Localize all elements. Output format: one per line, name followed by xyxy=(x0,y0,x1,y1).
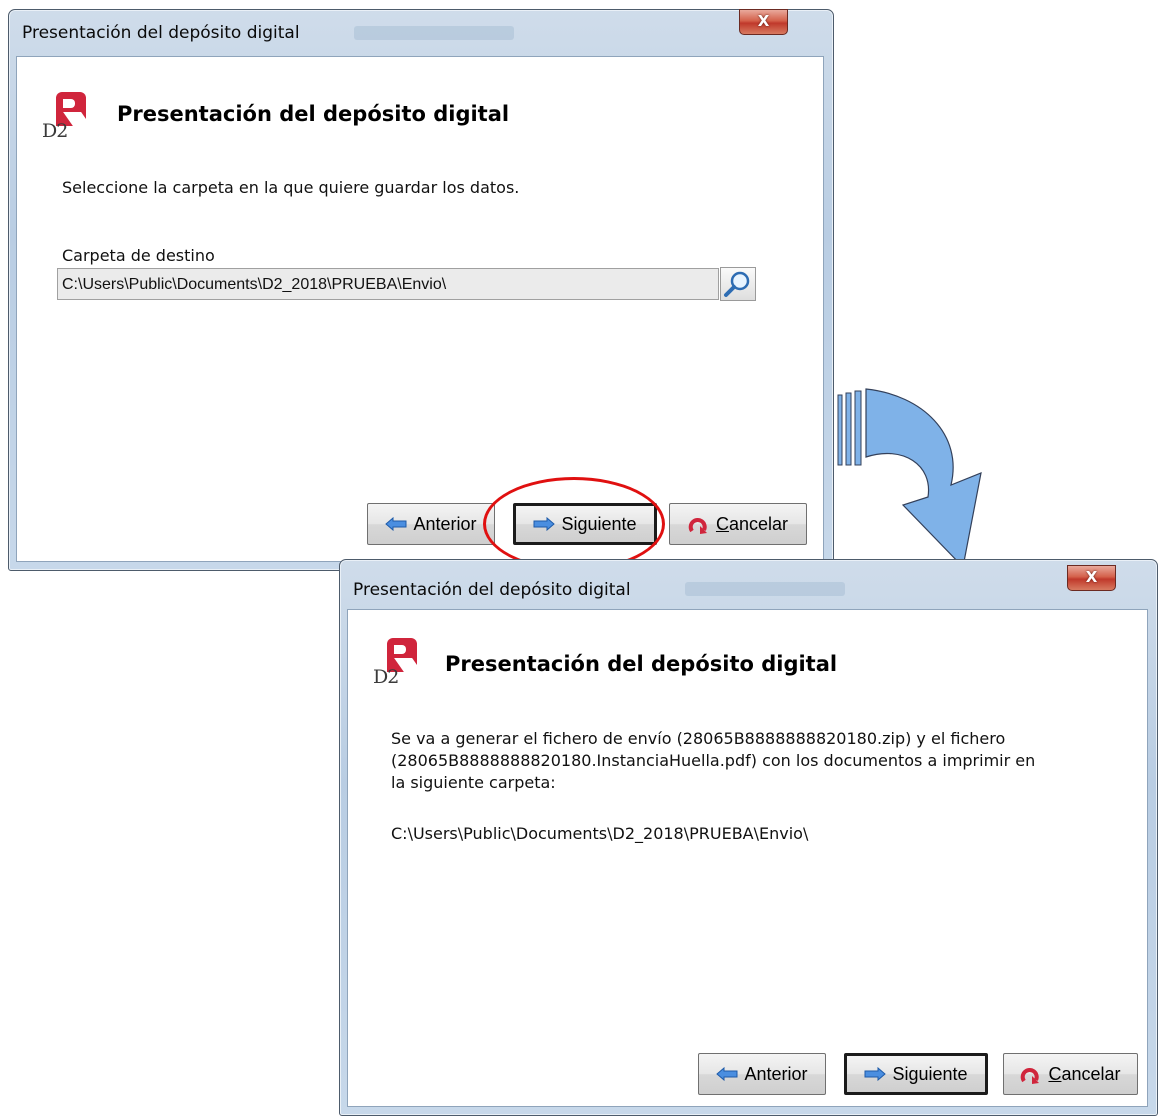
message-line-3: la siguiente carpeta: xyxy=(391,773,556,792)
dialog-window-step2: Presentación del depósito digital X D2 P… xyxy=(339,559,1158,1116)
message-line-2: (28065B8888888820180.InstanciaHuella.pdf… xyxy=(391,751,1036,770)
folder-label: Carpeta de destino xyxy=(62,246,215,265)
dialog-heading: Presentación del depósito digital xyxy=(117,102,510,126)
arrow-left-icon xyxy=(385,517,407,531)
previous-button-label: Anterior xyxy=(413,513,477,534)
arrow-right-icon xyxy=(864,1067,887,1081)
dialog-content: D2 Presentación del depósito digital Se … xyxy=(347,609,1148,1107)
dialog-window-step1: Presentación del depósito digital X D2 P… xyxy=(8,9,834,571)
window-title: Presentación del depósito digital xyxy=(353,580,631,600)
previous-button-label: Anterior xyxy=(744,1063,808,1084)
previous-button[interactable]: Anterior xyxy=(698,1053,826,1095)
d2-logo-icon: D2 xyxy=(42,92,98,142)
cancel-button-label: Cancelar xyxy=(1048,1063,1121,1084)
previous-button[interactable]: Anterior xyxy=(367,503,495,545)
title-bar[interactable]: Presentación del depósito digital X xyxy=(340,560,1157,604)
highlight-ellipse xyxy=(483,477,665,571)
message-line-1: Se va a generar el fichero de envío (280… xyxy=(391,729,1006,748)
folder-path-text: C:\Users\Public\Documents\D2_2018\PRUEBA… xyxy=(391,824,809,843)
title-ghost xyxy=(354,26,514,40)
close-button[interactable]: X xyxy=(739,9,788,35)
flow-arrow-icon xyxy=(837,388,982,569)
search-icon xyxy=(724,271,750,297)
instruction-text: Seleccione la carpeta en la que quiere g… xyxy=(62,178,520,197)
folder-input[interactable]: C:\Users\Public\Documents\D2_2018\PRUEBA… xyxy=(57,268,719,300)
cancel-button[interactable]: Cancelar xyxy=(669,503,807,545)
cancel-button[interactable]: Cancelar xyxy=(1003,1053,1138,1095)
arrow-left-icon xyxy=(716,1067,738,1081)
title-bar[interactable]: Presentación del depósito digital X xyxy=(9,9,833,54)
next-button[interactable]: Siguiente xyxy=(844,1053,988,1095)
d2-logo-icon: D2 xyxy=(373,638,429,688)
cancel-icon xyxy=(688,517,710,534)
window-title: Presentación del depósito digital xyxy=(22,23,300,43)
logo-text: D2 xyxy=(42,120,68,142)
close-icon: X xyxy=(1085,568,1098,586)
close-icon: X xyxy=(757,12,770,30)
dialog-content: D2 Presentación del depósito digital Sel… xyxy=(16,56,824,562)
dialog-heading: Presentación del depósito digital xyxy=(445,652,838,676)
logo-text: D2 xyxy=(373,666,399,688)
close-button[interactable]: X xyxy=(1067,565,1116,591)
browse-folder-button[interactable] xyxy=(720,267,756,301)
next-button-label: Siguiente xyxy=(892,1063,968,1084)
cancel-button-label: Cancelar xyxy=(715,513,789,534)
title-ghost xyxy=(685,582,845,596)
cancel-icon xyxy=(1020,1067,1042,1084)
